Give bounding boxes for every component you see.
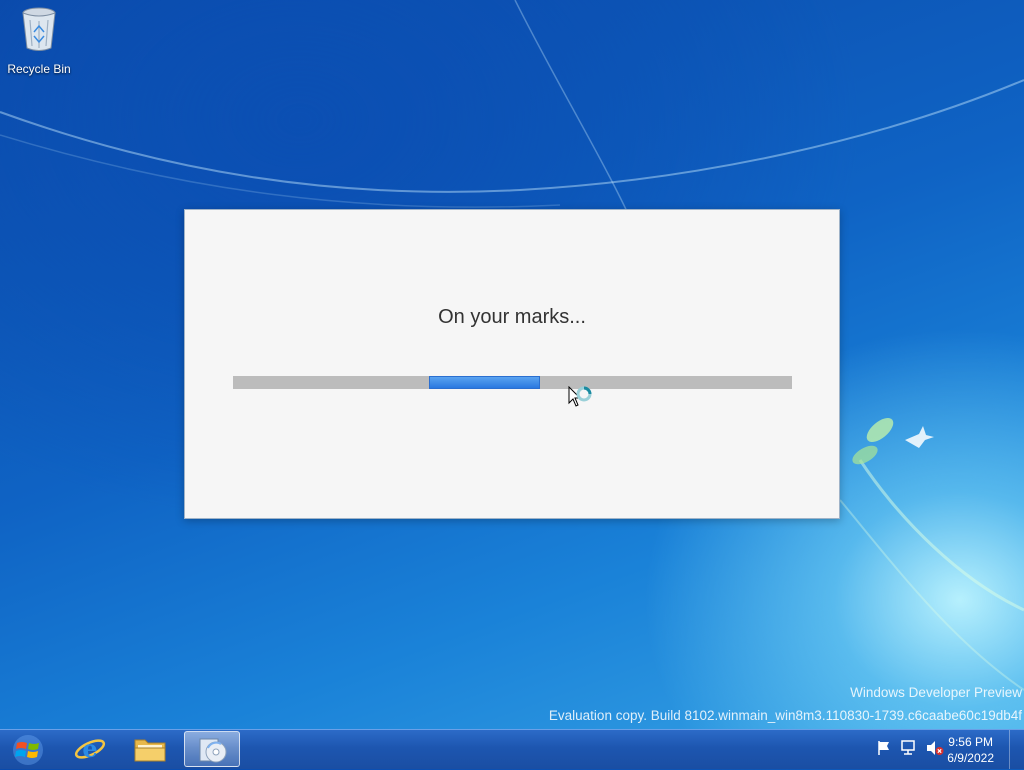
show-desktop-button[interactable] [1009, 730, 1024, 769]
progress-bar-fill [428, 376, 541, 389]
setup-disc-icon [199, 738, 227, 763]
busy-cursor-icon [568, 386, 592, 407]
progress-bar [233, 376, 792, 389]
internet-explorer-icon: e [74, 734, 106, 763]
watermark-line-2: Evaluation copy. Build 8102.winmain_win8… [548, 708, 1022, 723]
start-button[interactable] [8, 734, 48, 766]
clock-date: 6/9/2022 [947, 751, 994, 765]
taskbar: e 9:56 PM 6/9/2022 [0, 729, 1024, 769]
action-center-flag-icon[interactable] [876, 740, 892, 756]
taskbar-file-explorer[interactable] [122, 731, 178, 767]
svg-text:e: e [82, 734, 97, 763]
system-tray [876, 740, 944, 756]
windows-logo-icon [13, 735, 43, 765]
setup-dialog: On your marks... [184, 209, 840, 519]
taskbar-setup[interactable] [184, 731, 240, 767]
desktop-icon-label: Recycle Bin [7, 62, 71, 76]
clock-time: 9:56 PM [948, 735, 993, 749]
network-icon[interactable] [900, 740, 918, 756]
taskbar-clock[interactable]: 9:56 PM 6/9/2022 [947, 734, 994, 766]
taskbar-internet-explorer[interactable]: e [62, 731, 118, 767]
file-explorer-icon [134, 739, 166, 762]
watermark-line-1: Windows Developer Preview [850, 685, 1022, 700]
desktop[interactable]: Recycle Bin Windows Developer Preview Ev… [0, 0, 1024, 729]
dialog-message: On your marks... [438, 306, 586, 328]
recycle-bin-icon [22, 7, 56, 51]
volume-muted-icon[interactable] [926, 740, 944, 756]
desktop-icon-recycle-bin[interactable]: Recycle Bin [4, 6, 74, 76]
